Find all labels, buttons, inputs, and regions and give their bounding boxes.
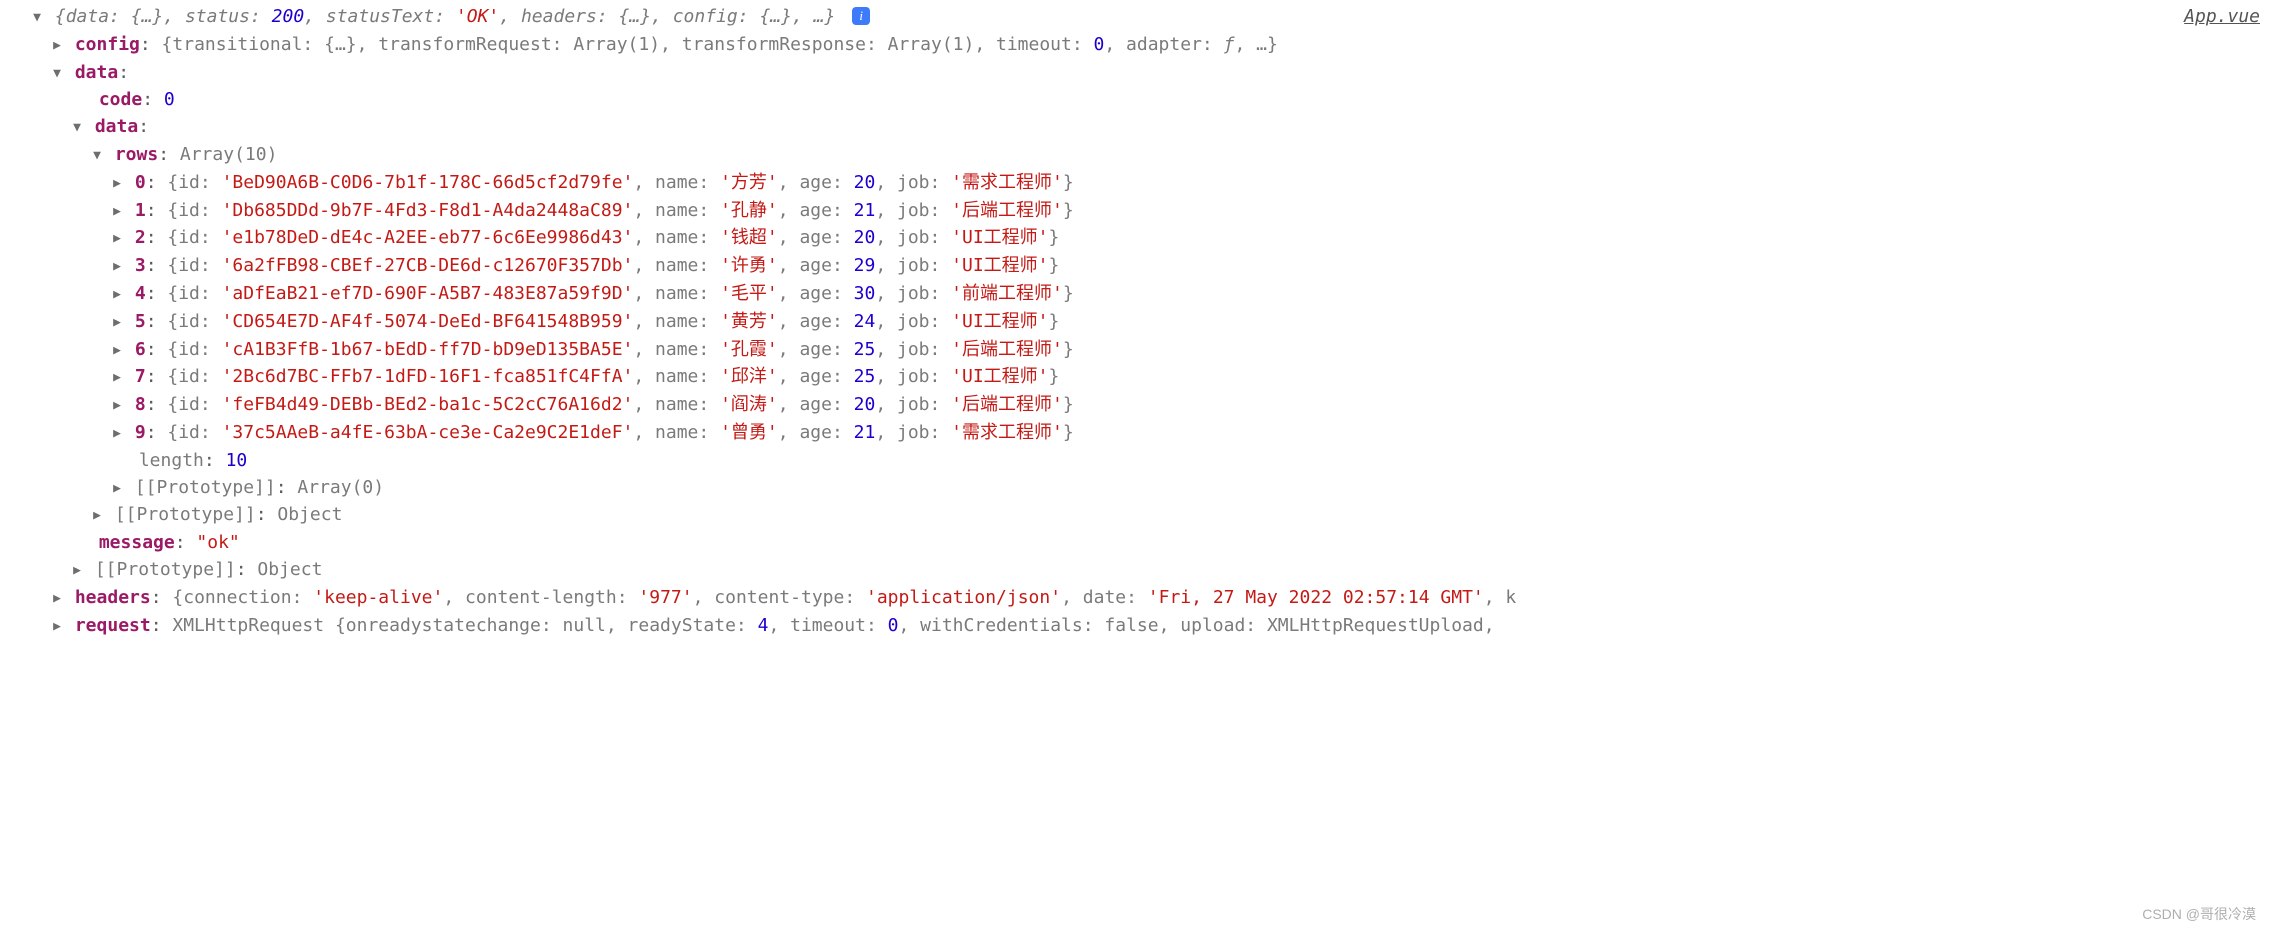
expand-toggle-icon[interactable]: ▶ bbox=[110, 171, 124, 198]
rows-property[interactable]: ▼ rows: Array(10) bbox=[8, 142, 2262, 170]
expand-toggle-icon[interactable]: ▶ bbox=[50, 586, 64, 613]
watermark-label: CSDN @哥很冷漠 bbox=[2142, 901, 2256, 928]
expand-toggle-icon[interactable]: ▶ bbox=[110, 199, 124, 226]
config-property[interactable]: ▶ config: {transitional: {…}, transformR… bbox=[8, 32, 2262, 60]
request-property[interactable]: ▶ request: XMLHttpRequest {onreadystatec… bbox=[8, 613, 2262, 641]
array-row[interactable]: ▶ 3: {id: '6a2fFB98-CBEf-27CB-DE6d-c1267… bbox=[8, 253, 2262, 281]
array-row[interactable]: ▶ 5: {id: 'CD654E7D-AF4f-5074-DeEd-BF641… bbox=[8, 309, 2262, 337]
array-row[interactable]: ▶ 6: {id: 'cA1B3FfB-1b67-bEdD-ff7D-bD9eD… bbox=[8, 337, 2262, 365]
expand-toggle-icon[interactable]: ▶ bbox=[110, 254, 124, 281]
expand-toggle-icon[interactable]: ▼ bbox=[90, 143, 104, 170]
headers-property[interactable]: ▶ headers: {connection: 'keep-alive', co… bbox=[8, 585, 2262, 613]
expand-toggle-icon[interactable]: ▶ bbox=[110, 282, 124, 309]
object-summary-line[interactable]: ▼ {data: {…}, status: 200, statusText: '… bbox=[8, 4, 2262, 32]
data-inner-property[interactable]: ▼ data: bbox=[8, 114, 2262, 142]
expand-toggle-icon[interactable]: ▶ bbox=[110, 310, 124, 337]
prototype-property[interactable]: ▶ [[Prototype]]: Object bbox=[8, 557, 2262, 585]
prototype-property[interactable]: ▶ [[Prototype]]: Object bbox=[8, 502, 2262, 530]
expand-toggle-icon[interactable]: ▶ bbox=[50, 33, 64, 60]
expand-toggle-icon[interactable]: ▶ bbox=[110, 476, 124, 503]
array-row[interactable]: ▶ 2: {id: 'e1b78DeD-dE4c-A2EE-eb77-6c6Ee… bbox=[8, 225, 2262, 253]
expand-toggle-icon[interactable]: ▶ bbox=[110, 338, 124, 365]
expand-toggle-icon[interactable]: ▶ bbox=[90, 503, 104, 530]
data-outer-property[interactable]: ▼ data: bbox=[8, 60, 2262, 88]
array-row[interactable]: ▶ 7: {id: '2Bc6d7BC-FFb7-1dFD-16F1-fca85… bbox=[8, 364, 2262, 392]
prototype-property[interactable]: ▶ [[Prototype]]: Array(0) bbox=[8, 475, 2262, 503]
expand-toggle-icon[interactable]: ▶ bbox=[70, 558, 84, 585]
expand-toggle-icon[interactable]: ▼ bbox=[50, 61, 64, 88]
expand-toggle-icon[interactable]: ▼ bbox=[70, 115, 84, 142]
expand-toggle-icon[interactable]: ▶ bbox=[110, 421, 124, 448]
array-row[interactable]: ▶ 0: {id: 'BeD90A6B-C0D6-7b1f-178C-66d5c… bbox=[8, 170, 2262, 198]
array-row[interactable]: ▶ 8: {id: 'feFB4d49-DEBb-BEd2-ba1c-5C2cC… bbox=[8, 392, 2262, 420]
source-file-link[interactable]: App.vue bbox=[2184, 4, 2260, 31]
array-row[interactable]: ▶ 1: {id: 'Db685DDd-9b7F-4Fd3-F8d1-A4da2… bbox=[8, 198, 2262, 226]
info-icon[interactable]: i bbox=[852, 7, 870, 25]
expand-toggle-icon[interactable]: ▶ bbox=[110, 365, 124, 392]
array-row[interactable]: ▶ 9: {id: '37c5AAeB-a4fE-63bA-ce3e-Ca2e9… bbox=[8, 420, 2262, 448]
array-row[interactable]: ▶ 4: {id: 'aDfEaB21-ef7D-690F-A5B7-483E8… bbox=[8, 281, 2262, 309]
code-property: code: 0 bbox=[8, 87, 2262, 114]
expand-toggle-icon[interactable]: ▶ bbox=[110, 226, 124, 253]
expand-toggle-icon[interactable]: ▶ bbox=[50, 614, 64, 641]
message-property: message: "ok" bbox=[8, 530, 2262, 557]
length-property: length: 10 bbox=[8, 448, 2262, 475]
expand-toggle-icon[interactable]: ▶ bbox=[110, 393, 124, 420]
expand-toggle-icon[interactable]: ▼ bbox=[30, 5, 44, 32]
